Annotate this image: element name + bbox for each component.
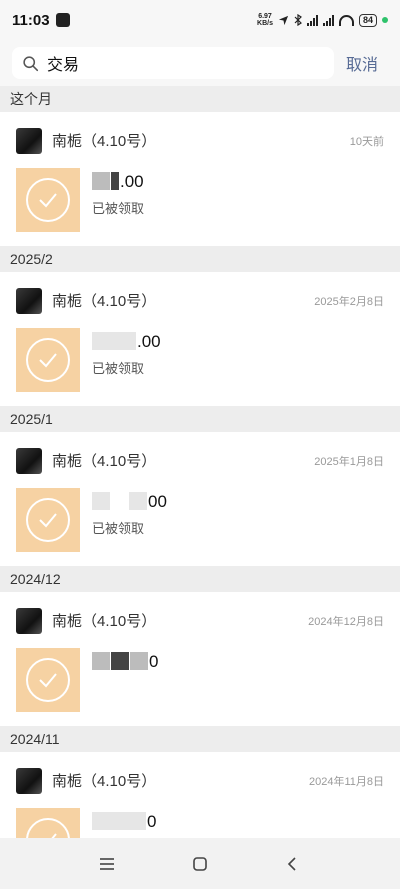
status-text: 已被领取 — [92, 361, 145, 376]
check-icon — [39, 673, 57, 688]
card-time: 2024年12月8日 — [308, 616, 384, 628]
red-packet-thumbnail — [16, 488, 80, 552]
red-packet-thumbnail — [16, 808, 80, 838]
cancel-button[interactable]: 取消 — [346, 51, 378, 75]
red-packet-thumbnail — [16, 328, 80, 392]
card-time: 2024年11月8日 — [308, 776, 384, 788]
net-speed: 6.97 KB/s — [257, 13, 273, 27]
search-input[interactable] — [47, 54, 307, 72]
battery-icon: 84 — [358, 13, 377, 27]
amount: 00 — [92, 492, 167, 512]
section-header: 2025/1 — [0, 406, 400, 432]
home-button[interactable] — [180, 844, 220, 884]
redaction-mosaic — [92, 332, 136, 350]
check-icon — [51, 833, 57, 838]
card-time: 2025年2月8日 — [314, 296, 384, 308]
redaction-mosaic — [111, 652, 129, 670]
card-time: 2025年1月8日 — [314, 456, 384, 468]
transaction-card[interactable]: 南栀（4.10号） 2025年1月8日 00 已被领取 — [0, 432, 400, 566]
card-title: 南栀（4.10号） — [52, 773, 157, 790]
card-title: 南栀（4.10号） — [52, 613, 157, 630]
status-text: 已被领取 — [92, 201, 145, 216]
location-icon — [278, 15, 289, 25]
card-title: 南栀（4.10号） — [52, 133, 157, 150]
search-icon — [23, 55, 39, 71]
status-time: 11:03 — [12, 11, 50, 29]
avatar — [16, 608, 42, 634]
bluetooth-icon — [294, 14, 302, 26]
transaction-card[interactable]: 南栀（4.10号） 2025年2月8日 .00 已被领取 — [0, 272, 400, 406]
signal-2-icon — [322, 14, 334, 26]
status-bar: 11:03 6.97 KB/s 84 — [0, 0, 400, 40]
avatar — [16, 288, 42, 314]
back-icon — [288, 856, 296, 871]
status-text: 已被领取 — [92, 521, 145, 536]
section-header: 2024/11 — [0, 726, 400, 752]
transaction-list[interactable]: 这个月 南栀（4.10号） 10天前 .00 已被领取 2025/2 南栀（4.… — [0, 86, 400, 838]
wifi-icon — [338, 14, 354, 26]
redaction-mosaic — [92, 652, 110, 670]
card-time: 10天前 — [349, 136, 384, 148]
redaction-mosaic — [130, 652, 148, 670]
section-header: 2024/12 — [0, 566, 400, 592]
avatar — [16, 448, 42, 474]
redaction-mosaic — [92, 172, 110, 190]
amount: 0 — [92, 652, 158, 672]
back-button[interactable] — [273, 844, 313, 884]
redaction-mosaic — [111, 172, 119, 190]
battery-dot — [382, 17, 388, 23]
card-title: 南栀（4.10号） — [52, 293, 157, 310]
redaction-mosaic — [92, 812, 146, 830]
menu-icon — [99, 857, 114, 870]
home-icon — [193, 856, 207, 871]
redaction-mosaic — [129, 492, 147, 510]
section-header: 2025/2 — [0, 246, 400, 272]
transaction-card[interactable]: 南栀（4.10号） 10天前 .00 已被领取 — [0, 112, 400, 246]
avatar — [16, 128, 42, 154]
search-box[interactable] — [12, 47, 334, 79]
search-bar: 取消 — [0, 40, 400, 86]
avatar — [16, 768, 42, 794]
system-nav-bar — [0, 838, 400, 889]
notification-app-icon — [55, 13, 70, 27]
redaction-mosaic — [92, 492, 110, 510]
red-packet-thumbnail — [16, 648, 80, 712]
red-packet-thumbnail — [16, 168, 80, 232]
section-header: 这个月 — [0, 86, 400, 112]
status-indicators: 6.97 KB/s 84 — [257, 13, 388, 27]
check-icon — [39, 193, 57, 208]
transaction-card[interactable]: 南栀（4.10号） 2024年12月8日 0 — [0, 592, 400, 726]
amount: 0 — [92, 812, 156, 832]
check-icon — [39, 513, 57, 528]
signal-icon — [306, 14, 318, 26]
amount: .00 — [92, 172, 144, 192]
menu-button[interactable] — [87, 844, 127, 884]
amount: .00 — [92, 332, 161, 352]
card-title: 南栀（4.10号） — [52, 453, 157, 470]
transaction-card[interactable]: 南栀（4.10号） 2024年11月8日 0 — [0, 752, 400, 838]
check-icon — [39, 353, 57, 368]
